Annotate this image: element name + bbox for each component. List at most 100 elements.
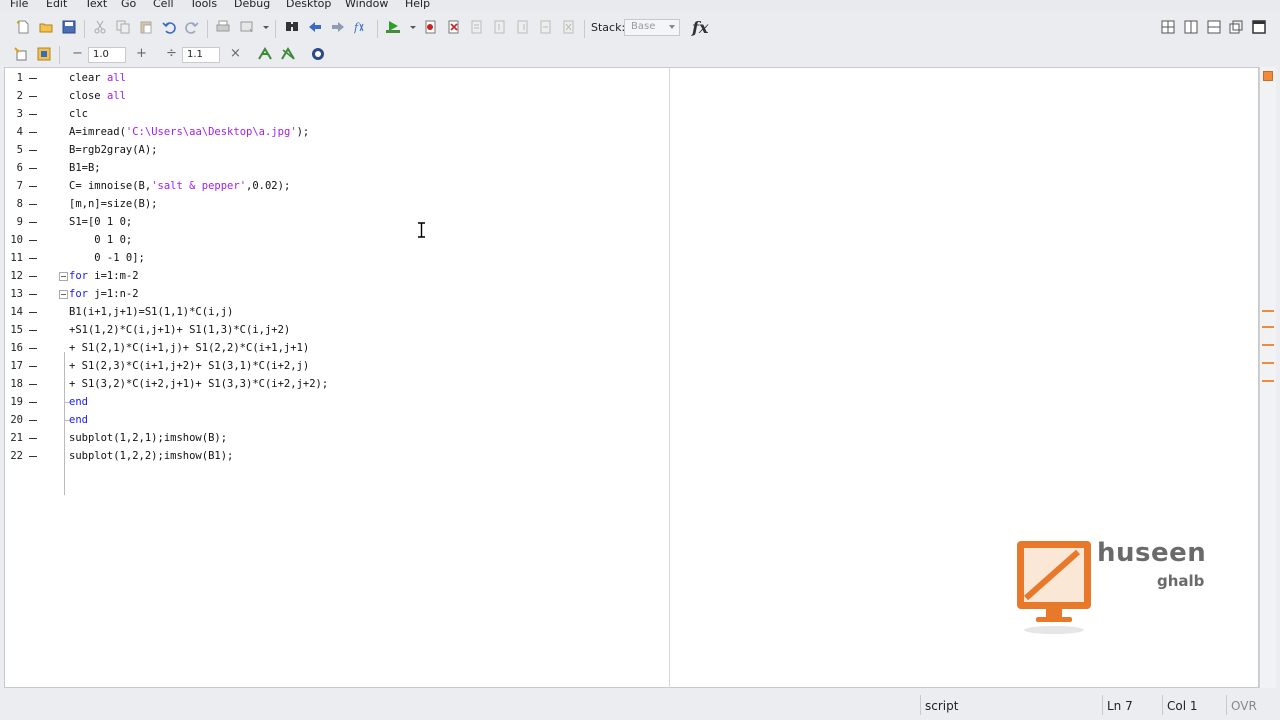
breakpoint-dash[interactable]	[29, 258, 37, 259]
breakpoint-dash[interactable]	[29, 294, 37, 295]
code-line[interactable]: +S1(1,2)*C(i,j+1)+ S1(1,3)*C(i,j+2)	[69, 323, 290, 337]
paste-icon[interactable]	[139, 20, 153, 34]
open-folder-icon[interactable]	[39, 20, 53, 34]
increment-button[interactable]: +	[136, 46, 147, 61]
tile-icon[interactable]	[1161, 20, 1175, 34]
clear-breakpoints-icon[interactable]	[447, 20, 461, 34]
menu-go[interactable]: Go	[121, 0, 136, 10]
breakpoint-dash[interactable]	[29, 186, 37, 187]
maximize-icon[interactable]	[1252, 20, 1266, 34]
code-line[interactable]: + S1(2,3)*C(i+1,j+2)+ S1(3,1)*C(i+2,j)	[69, 359, 309, 373]
code-line[interactable]: for i=1:m-2	[69, 269, 139, 283]
cut-icon[interactable]	[93, 20, 107, 34]
decrement-button[interactable]: −	[72, 46, 83, 61]
split-vertical-icon[interactable]	[1184, 20, 1198, 34]
close-cell-button[interactable]: ×	[230, 46, 241, 61]
code-line[interactable]: close all	[69, 89, 126, 103]
fold-toggle-icon[interactable]	[59, 290, 68, 299]
copy-icon[interactable]	[116, 20, 130, 34]
function-icon[interactable]: fx	[692, 18, 708, 37]
split-horizontal-icon[interactable]	[1207, 20, 1221, 34]
run-icon[interactable]	[386, 20, 400, 34]
code-line[interactable]: B=rgb2gray(A);	[69, 143, 158, 157]
code-line[interactable]: B1(i+1,j+1)=S1(1,1)*C(i,j)	[69, 305, 233, 319]
breakpoint-dash[interactable]	[29, 438, 37, 439]
menu-file[interactable]: File	[10, 0, 28, 10]
breakpoint-dash[interactable]	[29, 240, 37, 241]
code-line[interactable]: S1=[0 1 0;	[69, 215, 132, 229]
breakpoint-dash[interactable]	[29, 330, 37, 331]
forward-icon[interactable]	[331, 20, 345, 34]
eval-cell-icon[interactable]	[258, 47, 272, 61]
menu-cell[interactable]: Cell	[153, 0, 174, 10]
eval-advance-icon[interactable]	[281, 47, 295, 61]
function-browser-icon[interactable]	[240, 20, 254, 34]
step-out-icon[interactable]	[516, 20, 530, 34]
warning-marker[interactable]	[1262, 326, 1274, 328]
code-line[interactable]: 0 -1 0];	[69, 251, 145, 265]
step-in-icon[interactable]	[493, 20, 507, 34]
code-line[interactable]: clc	[69, 107, 88, 121]
message-bar[interactable]	[1259, 67, 1276, 688]
code-line[interactable]: [m,n]=size(B);	[69, 197, 158, 211]
breakpoint-dash[interactable]	[29, 402, 37, 403]
exit-debug-icon[interactable]	[562, 20, 576, 34]
float-icon[interactable]	[1229, 20, 1243, 34]
fold-toggle-icon[interactable]	[59, 272, 68, 281]
warning-marker[interactable]	[1262, 310, 1274, 312]
code-line[interactable]: clear all	[69, 71, 126, 85]
code-line[interactable]: C= imnoise(B,'salt & pepper',0.02);	[69, 179, 290, 193]
breakpoint-dash[interactable]	[29, 456, 37, 457]
breakpoint-dash[interactable]	[29, 114, 37, 115]
set-breakpoint-icon[interactable]	[424, 20, 438, 34]
breakpoint-dash[interactable]	[29, 150, 37, 151]
breakpoint-dash[interactable]	[29, 366, 37, 367]
breakpoint-dash[interactable]	[29, 96, 37, 97]
run-dropdown-icon[interactable]	[409, 20, 417, 34]
cell-increment-field[interactable]: 1.0	[88, 47, 126, 63]
show-cell-titles-icon[interactable]	[311, 47, 325, 61]
code-line[interactable]: + S1(3,2)*C(i+2,j+1)+ S1(3,3)*C(i+2,j+2)…	[69, 377, 328, 391]
cell-divide-field[interactable]: 1.1	[182, 47, 220, 63]
step-icon[interactable]	[470, 20, 484, 34]
print-icon[interactable]	[216, 20, 230, 34]
menu-edit[interactable]: Edit	[46, 0, 67, 10]
new-file-icon[interactable]	[16, 20, 30, 34]
code-line[interactable]: end	[69, 395, 88, 409]
save-icon[interactable]	[62, 20, 76, 34]
breakpoint-dash[interactable]	[29, 204, 37, 205]
code-line[interactable]: end	[69, 413, 88, 427]
find-icon[interactable]	[285, 20, 299, 34]
breakpoint-dash[interactable]	[29, 276, 37, 277]
breakpoint-dash[interactable]	[29, 168, 37, 169]
breakpoint-dash[interactable]	[29, 78, 37, 79]
stack-select[interactable]: Base	[624, 19, 680, 36]
code-line[interactable]: subplot(1,2,1);imshow(B);	[69, 431, 227, 445]
menu-window[interactable]: Window	[345, 0, 388, 10]
code-line[interactable]: subplot(1,2,2);imshow(B1);	[69, 449, 233, 463]
warning-indicator-icon[interactable]	[1263, 71, 1273, 81]
breakpoint-dash[interactable]	[29, 384, 37, 385]
code-line[interactable]: B1=B;	[69, 161, 101, 175]
warning-marker[interactable]	[1262, 380, 1274, 382]
divide-button[interactable]: ÷	[166, 46, 177, 61]
code-line[interactable]: A=imread('C:\Users\aa\Desktop\a.jpg');	[69, 125, 309, 139]
insert-cell-icon[interactable]	[14, 47, 28, 61]
back-icon[interactable]	[308, 20, 322, 34]
menu-desktop[interactable]: Desktop	[286, 0, 331, 10]
warning-marker[interactable]	[1262, 362, 1274, 364]
breakpoint-dash[interactable]	[29, 348, 37, 349]
menu-help[interactable]: Help	[405, 0, 430, 10]
fx-go-icon[interactable]: f	[354, 20, 368, 34]
continue-icon[interactable]	[539, 20, 553, 34]
breakpoint-dash[interactable]	[29, 132, 37, 133]
code-line[interactable]: + S1(2,1)*C(i+1,j)+ S1(2,2)*C(i+1,j+1)	[69, 341, 309, 355]
code-line[interactable]: for j=1:n-2	[69, 287, 139, 301]
cell-mode-icon[interactable]	[37, 47, 51, 61]
redo-icon[interactable]	[185, 20, 199, 34]
menu-debug[interactable]: Debug	[234, 0, 270, 10]
breakpoint-dash[interactable]	[29, 312, 37, 313]
dropdown-arrow-icon[interactable]	[262, 20, 270, 34]
code-line[interactable]: 0 1 0;	[69, 233, 132, 247]
warning-marker[interactable]	[1262, 344, 1274, 346]
